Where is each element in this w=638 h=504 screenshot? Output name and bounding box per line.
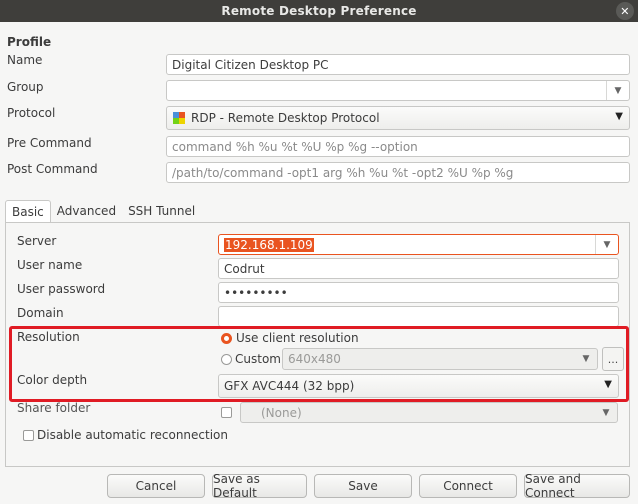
profile-heading: Profile <box>7 35 52 49</box>
username-label: User name <box>17 258 83 272</box>
group-combo[interactable]: ▼ <box>166 80 630 101</box>
username-field[interactable]: Codrut <box>218 258 619 279</box>
password-field[interactable]: ••••••••• <box>218 282 619 303</box>
resolution-label: Resolution <box>17 330 80 344</box>
server-combo[interactable]: 192.168.1.109 ▼ <box>218 234 619 255</box>
chevron-down-icon[interactable]: ▼ <box>595 235 618 254</box>
save-button[interactable]: Save <box>314 474 412 498</box>
share-folder-label: Share folder <box>17 401 91 415</box>
tab-ssh-tunnel[interactable]: SSH Tunnel <box>122 200 201 222</box>
password-label: User password <box>17 282 106 296</box>
window-titlebar: Remote Desktop Preference ✕ <box>0 0 638 22</box>
domain-field[interactable] <box>218 306 619 327</box>
chevron-down-icon: ▼ <box>604 379 612 390</box>
protocol-value: RDP - Remote Desktop Protocol <box>191 111 380 125</box>
custom-resolution-more-button[interactable]: ... <box>602 347 624 371</box>
color-depth-dropdown[interactable]: GFX AVC444 (32 bpp) ▼ <box>218 374 619 398</box>
chevron-down-icon[interactable]: ▼ <box>595 403 617 422</box>
domain-label: Domain <box>17 306 64 320</box>
close-icon[interactable]: ✕ <box>616 2 634 20</box>
resolution-custom-radio[interactable] <box>221 354 232 365</box>
name-label: Name <box>7 53 43 67</box>
tab-bar: Basic Advanced SSH Tunnel <box>5 200 201 223</box>
pre-command-field[interactable]: command %h %u %t %U %p %g --option <box>166 136 630 157</box>
window-title: Remote Desktop Preference <box>221 4 417 18</box>
chevron-down-icon[interactable]: ▼ <box>575 349 597 369</box>
protocol-dropdown[interactable]: RDP - Remote Desktop Protocol ▼ <box>166 106 630 130</box>
custom-resolution-value: 640x480 <box>288 352 341 366</box>
resolution-client-label[interactable]: Use client resolution <box>236 331 359 345</box>
color-depth-value: GFX AVC444 (32 bpp) <box>224 379 355 393</box>
pre-command-label: Pre Command <box>7 136 92 150</box>
protocol-label: Protocol <box>7 106 56 120</box>
tab-basic[interactable]: Basic <box>5 200 51 223</box>
server-label: Server <box>17 234 57 248</box>
resolution-custom-label[interactable]: Custom <box>235 352 281 366</box>
cancel-button[interactable]: Cancel <box>107 474 205 498</box>
post-command-field[interactable]: /path/to/command -opt1 arg %h %u %t -opt… <box>166 162 630 183</box>
name-field[interactable]: Digital Citizen Desktop PC <box>166 54 630 75</box>
color-depth-label: Color depth <box>17 373 88 387</box>
share-folder-value: (None) <box>261 405 302 420</box>
save-as-default-button[interactable]: Save as Default <box>212 472 307 500</box>
connect-button[interactable]: Connect <box>419 474 517 498</box>
share-folder-combo[interactable]: (None) ▼ <box>240 402 618 423</box>
post-command-label: Post Command <box>7 162 98 176</box>
chevron-down-icon: ▼ <box>615 111 623 122</box>
custom-resolution-combo[interactable]: 640x480 ▼ <box>282 348 598 370</box>
rdp-plugin-icon <box>173 112 185 124</box>
server-value: 192.168.1.109 <box>224 237 314 252</box>
group-label: Group <box>7 80 44 94</box>
tab-advanced[interactable]: Advanced <box>51 200 122 222</box>
save-and-connect-button[interactable]: Save and Connect <box>524 472 630 500</box>
disable-reconnect-checkbox[interactable] <box>23 430 34 441</box>
resolution-client-radio[interactable] <box>221 333 232 344</box>
share-folder-checkbox[interactable] <box>221 407 232 418</box>
chevron-down-icon[interactable]: ▼ <box>606 81 629 100</box>
disable-reconnect-label[interactable]: Disable automatic reconnection <box>37 428 228 442</box>
